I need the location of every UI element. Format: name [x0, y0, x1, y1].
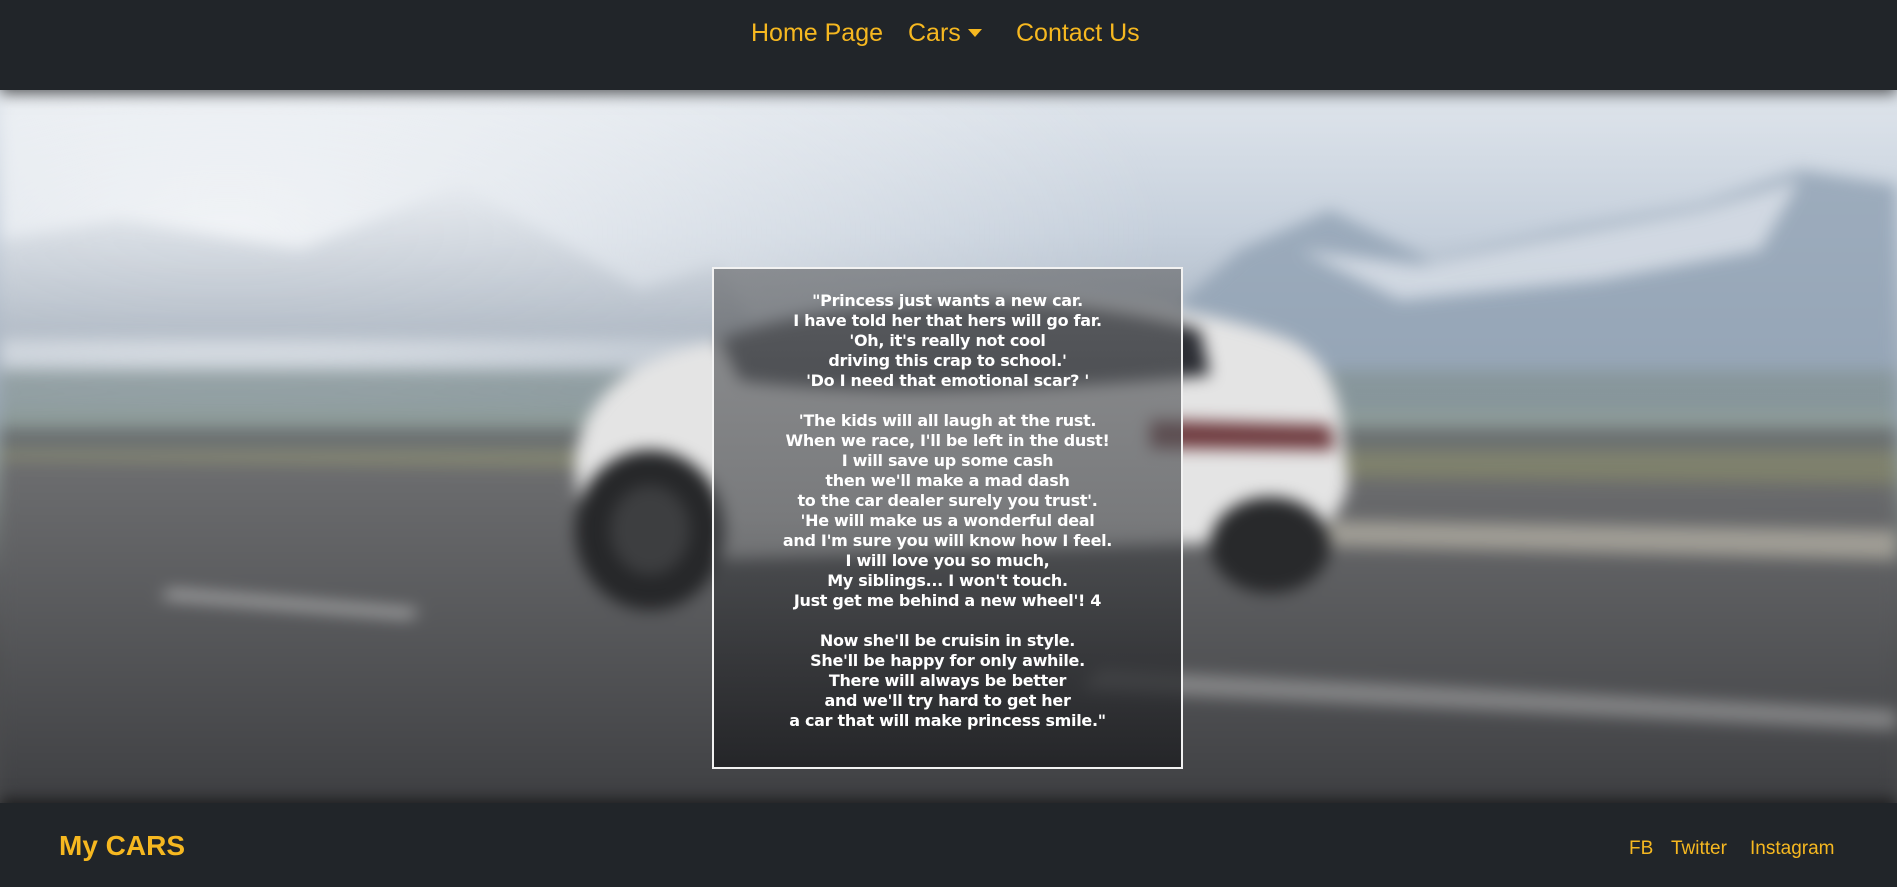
poem-text: "Princess just wants a new car. I have t…	[782, 291, 1113, 730]
footer-instagram-link[interactable]: Instagram	[1750, 837, 1834, 861]
hero-section: "Princess just wants a new car. I have t…	[0, 90, 1897, 803]
nav-cars-label: Cars	[908, 19, 961, 47]
footer-twitter-link[interactable]: Twitter	[1671, 837, 1727, 861]
footer: My CARS FB Twitter Instagram	[0, 803, 1897, 887]
caret-down-icon	[967, 29, 982, 37]
nav-home-page-link[interactable]: Home Page	[751, 16, 883, 50]
poem-card: "Princess just wants a new car. I have t…	[712, 267, 1183, 769]
top-navbar: Home Page Cars Contact Us	[0, 0, 1897, 90]
nav-cars-dropdown[interactable]: Cars	[908, 16, 982, 50]
footer-fb-link[interactable]: FB	[1629, 837, 1653, 861]
footer-brand-link[interactable]: My CARS	[59, 829, 185, 863]
nav-contact-us-link[interactable]: Contact Us	[1016, 16, 1140, 50]
